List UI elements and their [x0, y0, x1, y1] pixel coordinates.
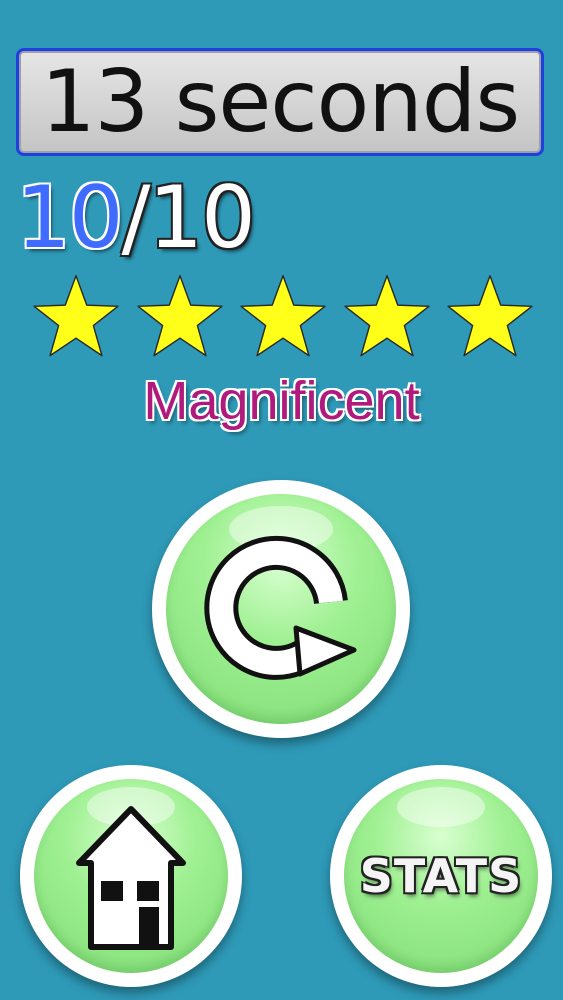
- stats-button[interactable]: STATS: [330, 765, 552, 987]
- star-icon: [447, 275, 533, 357]
- house-icon: [76, 806, 186, 950]
- star-icon: [33, 275, 119, 357]
- star-icon: [343, 275, 430, 357]
- score-display: 10/10: [16, 168, 256, 268]
- timer-display: 13 seconds: [16, 48, 544, 156]
- star-rating: [28, 270, 538, 366]
- score-correct: 10: [16, 168, 123, 268]
- stats-label: STATS: [359, 849, 523, 903]
- home-button[interactable]: [20, 765, 242, 987]
- replay-icon: [204, 535, 357, 680]
- rating-label: Magnificent: [143, 371, 420, 431]
- score-total: /10: [121, 168, 255, 268]
- star-icon: [136, 275, 223, 357]
- timer-label: 13 seconds: [40, 52, 520, 152]
- replay-button[interactable]: [152, 480, 410, 738]
- star-icon: [240, 275, 326, 357]
